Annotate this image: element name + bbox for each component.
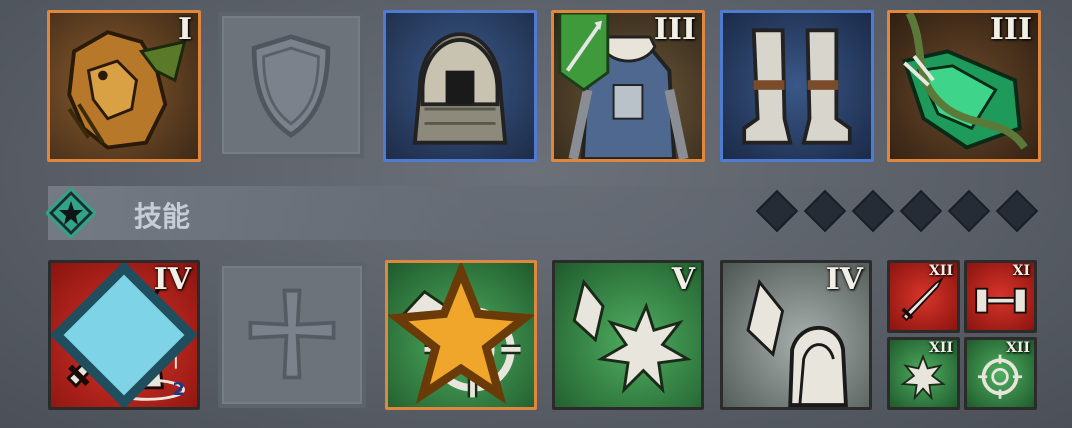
skill-slot-crystal-burst[interactable]: V	[552, 260, 704, 410]
equipment-slot-dragon[interactable]: I	[47, 10, 201, 162]
tier-label: XII	[929, 340, 953, 356]
passive-slot-target[interactable]: XII	[964, 337, 1037, 410]
tier-label: XI	[1012, 263, 1030, 279]
star-icon	[388, 263, 534, 405]
passive-slot-burst[interactable]: XII	[887, 337, 960, 410]
equipment-slot-crystal[interactable]: III	[887, 10, 1041, 162]
shield-icon	[251, 34, 331, 138]
helmet-icon	[412, 32, 508, 145]
star-emblem-icon	[46, 188, 96, 238]
tier-label: V	[671, 262, 695, 297]
dragon-icon	[67, 30, 187, 150]
tier-label: III	[989, 12, 1032, 47]
skills-section-title: 技能	[134, 200, 191, 233]
equipment-slot-armor[interactable]: III	[551, 10, 705, 162]
skill-slot-sword-aura[interactable]: IV 2	[48, 260, 200, 410]
passive-slot-dumbbell[interactable]: XI	[964, 260, 1037, 333]
cross-icon	[248, 288, 336, 380]
level-badge-number: 2	[172, 379, 185, 400]
tier-label: III	[653, 12, 696, 47]
boots-icon	[742, 28, 852, 145]
tier-label: XII	[929, 263, 953, 279]
skill-slot-empty[interactable]	[218, 262, 366, 408]
equipment-slot-shield-empty[interactable]	[218, 12, 364, 158]
equipment-slot-helmet[interactable]	[383, 10, 537, 162]
tier-label: IV	[825, 262, 863, 297]
tier-label: XII	[1006, 340, 1030, 356]
skill-slot-target-shot[interactable]	[385, 260, 537, 410]
tier-label: I	[177, 12, 192, 47]
skill-slot-crystal-guard[interactable]: IV	[720, 260, 872, 410]
equipment-slot-boots[interactable]	[720, 10, 874, 162]
passive-slot-sword[interactable]: XII	[887, 260, 960, 333]
